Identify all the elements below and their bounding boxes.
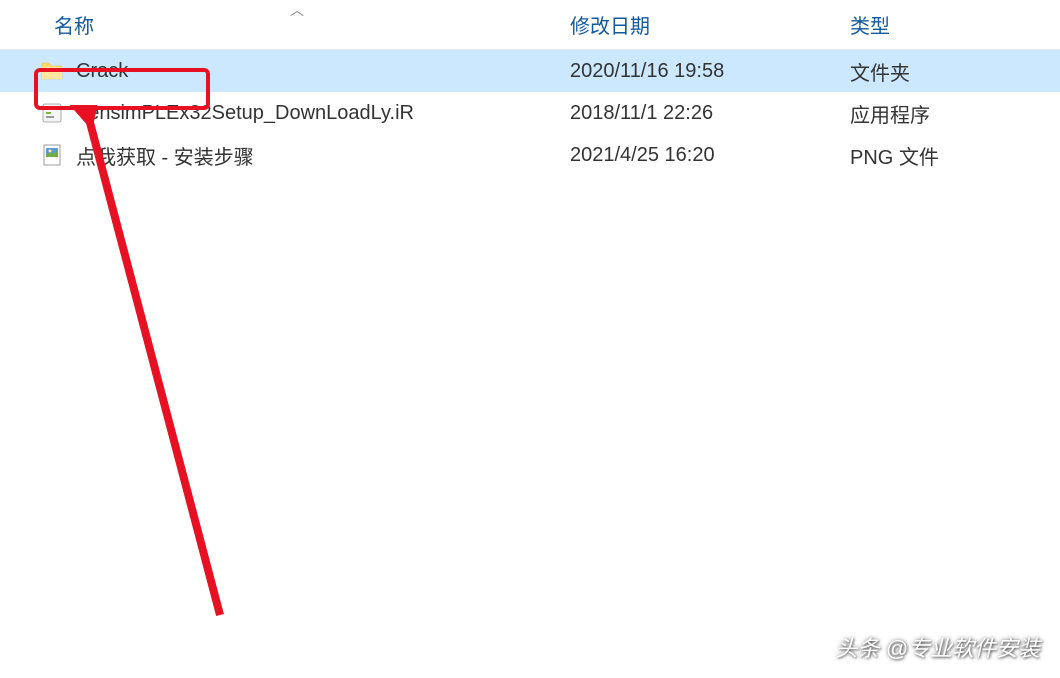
file-type: PNG 文件 [850, 141, 1060, 170]
watermark-text: 头条 @专业软件安装 [836, 631, 1040, 663]
file-name: VensimPLEx32Setup_DownLoadLy.iR [76, 102, 414, 125]
file-name: Crack [76, 60, 128, 83]
file-type: 应用程序 [850, 99, 1060, 128]
folder-icon [40, 59, 64, 83]
sort-indicator-icon[interactable]: ︿ [290, 0, 304, 20]
column-header-row: ︿ 名称 修改日期 类型 [0, 0, 1060, 50]
column-header-type[interactable]: 类型 [850, 10, 1060, 39]
column-header-name[interactable]: 名称 [40, 10, 570, 39]
file-explorer: ︿ 名称 修改日期 类型 Crack 2020/11/16 19:58 文件夹 [0, 0, 1060, 678]
file-type: 文件夹 [850, 57, 1060, 86]
image-file-icon [40, 143, 64, 167]
file-date: 2018/11/1 22:26 [570, 102, 850, 125]
file-row-png[interactable]: 点我获取 - 安装步骤 2021/4/25 16:20 PNG 文件 [0, 134, 1060, 176]
file-date: 2021/4/25 16:20 [570, 144, 850, 167]
column-header-date[interactable]: 修改日期 [570, 10, 850, 39]
exe-icon [40, 101, 64, 125]
file-date: 2020/11/16 19:58 [570, 60, 850, 83]
file-row-crack[interactable]: Crack 2020/11/16 19:58 文件夹 [0, 50, 1060, 92]
file-name: 点我获取 - 安装步骤 [76, 141, 254, 170]
file-row-setup[interactable]: VensimPLEx32Setup_DownLoadLy.iR 2018/11/… [0, 92, 1060, 134]
